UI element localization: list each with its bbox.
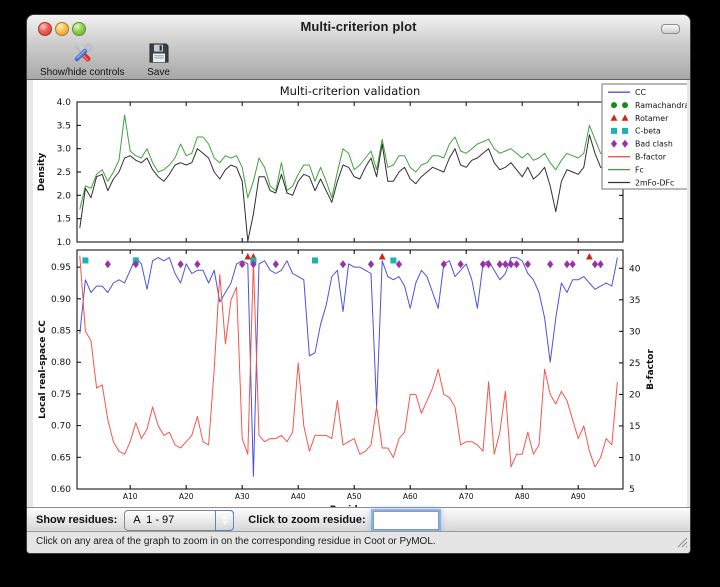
- svg-text:40: 40: [629, 264, 641, 274]
- toolbar-toggle-lozenge-button[interactable]: [661, 24, 680, 34]
- svg-text:A80: A80: [515, 492, 530, 501]
- svg-text:Multi-criterion validation: Multi-criterion validation: [280, 84, 421, 98]
- controls-bar: Show residues: A 1 - 97 Click to zoom re…: [27, 507, 690, 532]
- svg-text:Rotamer: Rotamer: [635, 114, 669, 123]
- svg-text:1.5: 1.5: [57, 215, 71, 225]
- svg-text:A30: A30: [235, 492, 250, 501]
- save-button-label: Save: [147, 67, 170, 78]
- resize-grip[interactable]: [675, 535, 688, 551]
- svg-text:A10: A10: [123, 492, 138, 501]
- svg-text:0.70: 0.70: [51, 422, 71, 432]
- svg-text:Density: Density: [37, 153, 47, 192]
- svg-text:3.5: 3.5: [57, 121, 71, 131]
- zoom-residue-label: Click to zoom residue:: [248, 514, 365, 526]
- validation-figure[interactable]: Multi-criterion validation 1.0 1.5 2.0 2.5 3.…: [33, 80, 687, 507]
- svg-text:Local real-space CC: Local real-space CC: [38, 320, 48, 419]
- svg-text:Fc: Fc: [635, 165, 644, 174]
- svg-text:0.85: 0.85: [51, 327, 71, 337]
- markers-rotamer: [244, 253, 592, 259]
- series-2mFo-DFc: [80, 135, 618, 241]
- top-plot-density[interactable]: Multi-criterion validation 1.0 1.5 2.0 2.5 3.…: [37, 84, 623, 248]
- svg-text:0.75: 0.75: [51, 390, 71, 400]
- svg-text:Ramachandran: Ramachandran: [635, 101, 687, 110]
- svg-text:0.80: 0.80: [51, 358, 71, 368]
- svg-text:0.60: 0.60: [51, 485, 71, 495]
- svg-text:3.0: 3.0: [57, 145, 72, 155]
- svg-text:25: 25: [629, 359, 640, 369]
- svg-text:4.0: 4.0: [57, 98, 72, 108]
- svg-text:C-beta: C-beta: [635, 127, 661, 136]
- save-icon: [147, 39, 171, 67]
- show-hide-controls-label: Show/hide controls: [40, 67, 125, 78]
- svg-text:A90: A90: [571, 492, 586, 501]
- tools-icon: [69, 39, 96, 67]
- svg-text:0.65: 0.65: [51, 453, 71, 463]
- show-residues-label: Show residues:: [36, 514, 117, 526]
- svg-text:A20: A20: [179, 492, 194, 501]
- residue-range-select[interactable]: A 1 - 97: [124, 510, 234, 531]
- svg-text:B-factor: B-factor: [635, 153, 667, 162]
- series-CC: [80, 258, 618, 477]
- svg-text:15: 15: [629, 422, 640, 432]
- svg-text:0.90: 0.90: [51, 295, 71, 305]
- status-text: Click on any area of the graph to zoom i…: [36, 536, 436, 547]
- app-window: Multi-criterion plot: [26, 14, 691, 554]
- plot-legend: CC Ramachandran Rotamer C-beta Bad clash B-fa…: [602, 84, 687, 189]
- show-hide-controls-button[interactable]: Show/hide controls: [37, 38, 128, 79]
- zoom-residue-input[interactable]: [373, 511, 439, 530]
- svg-text:B-factor: B-factor: [646, 349, 656, 390]
- status-bar: Click on any area of the graph to zoom i…: [27, 531, 690, 553]
- svg-text:Bad clash: Bad clash: [635, 140, 673, 149]
- residue-range-value: A 1 - 97: [125, 514, 174, 526]
- titlebar[interactable]: Multi-criterion plot: [27, 15, 690, 37]
- svg-text:A50: A50: [347, 492, 362, 501]
- svg-text:5: 5: [629, 485, 635, 495]
- bottom-plot-cc-bfactor[interactable]: 0.60 0.65 0.70 0.75 0.80 0.85 0.90 0.95 5 10 15 20 2…: [38, 250, 656, 507]
- series-Fc: [80, 115, 618, 209]
- window-chrome: Multi-criterion plot: [27, 15, 690, 80]
- save-button[interactable]: Save: [144, 38, 174, 79]
- toolbar: Show/hide controls Save: [27, 37, 690, 79]
- svg-text:2mFo-DFc: 2mFo-DFc: [635, 178, 674, 187]
- svg-text:1.0: 1.0: [57, 238, 72, 248]
- window-title: Multi-criterion plot: [27, 19, 690, 34]
- svg-text:10: 10: [629, 453, 641, 463]
- multi-criterion-plot[interactable]: Multi-criterion validation 1.0 1.5 2.0 2.5 3.…: [33, 80, 687, 507]
- select-stepper-icon: [215, 510, 234, 531]
- svg-text:2.0: 2.0: [57, 191, 72, 201]
- svg-text:A60: A60: [403, 492, 418, 501]
- svg-text:A40: A40: [291, 492, 306, 501]
- svg-text:20: 20: [629, 390, 641, 400]
- svg-text:30: 30: [629, 327, 641, 337]
- svg-text:0.95: 0.95: [51, 263, 71, 273]
- svg-text:CC: CC: [635, 88, 646, 97]
- svg-text:35: 35: [629, 296, 640, 306]
- svg-text:2.5: 2.5: [57, 168, 71, 178]
- svg-text:A70: A70: [459, 492, 474, 501]
